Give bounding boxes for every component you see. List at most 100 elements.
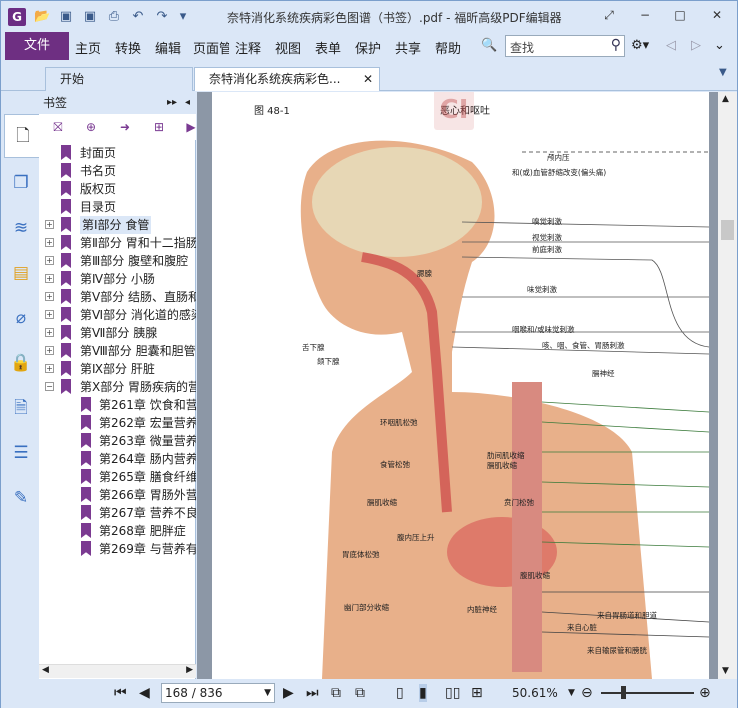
previous-page-icon[interactable]: ◀ bbox=[139, 684, 150, 702]
settings-gear-icon[interactable]: ⚙▾ bbox=[631, 38, 649, 53]
thumbnails-icon[interactable]: ❐ bbox=[10, 172, 32, 194]
layers-icon[interactable]: ≋ bbox=[10, 217, 32, 239]
expand-toggle-icon[interactable]: + bbox=[45, 256, 54, 265]
bookmark-item[interactable]: + 第Ⅴ部分 结肠、直肠和肛门 bbox=[39, 288, 196, 306]
file-menu-button[interactable]: 文件 bbox=[5, 32, 69, 60]
bookmark-item[interactable]: + 第Ⅸ部分 肝脏 bbox=[39, 360, 196, 378]
app-icon[interactable]: G bbox=[8, 8, 26, 26]
bookmark-hscrollbar[interactable]: ◀ ▶ bbox=[39, 664, 196, 678]
expand-toggle-icon[interactable]: + bbox=[45, 364, 54, 373]
expand-toggle-icon[interactable]: + bbox=[45, 346, 54, 355]
close-button[interactable]: ✕ bbox=[706, 5, 728, 25]
menu-page-management[interactable]: 页面管理 bbox=[193, 38, 229, 57]
forward-arrow-icon[interactable]: ▷ bbox=[691, 38, 701, 53]
chapter-bookmark-item[interactable]: 第267章 营养不良 bbox=[39, 504, 196, 522]
bookmark-item[interactable]: 书名页 bbox=[39, 162, 196, 180]
tab-start[interactable]: 开始 bbox=[45, 67, 193, 91]
customize-dropdown-icon[interactable]: ▾ bbox=[175, 9, 191, 25]
search-icon[interactable]: ⚲ bbox=[611, 37, 621, 53]
facing-page-icon[interactable]: ▯▯ bbox=[445, 684, 460, 702]
last-page-icon[interactable]: ⏭ bbox=[306, 684, 319, 702]
chapter-bookmark-item[interactable]: 第265章 膳食纤维 bbox=[39, 468, 196, 486]
comments-icon[interactable]: ▤ bbox=[10, 262, 32, 284]
open-icon[interactable]: 📂 bbox=[34, 9, 50, 25]
bookmark-item[interactable]: 目录页 bbox=[39, 198, 196, 216]
menu-protect[interactable]: 保护 bbox=[355, 38, 381, 57]
bookmark-item[interactable]: + 第Ⅲ部分 腹壁和腹腔 bbox=[39, 252, 196, 270]
tab-close-icon[interactable]: ✕ bbox=[363, 68, 373, 90]
menu-form[interactable]: 表单 bbox=[315, 38, 341, 57]
bookmark-item[interactable]: + 第Ⅰ部分 食管 bbox=[39, 216, 196, 234]
scroll-right-icon[interactable]: ▶ bbox=[186, 665, 193, 675]
first-page-icon[interactable]: ⏮ bbox=[114, 684, 127, 702]
bookmark-item[interactable]: 封面页 bbox=[39, 144, 196, 162]
save-icon[interactable]: ▣ bbox=[58, 9, 74, 25]
chapter-bookmark-item[interactable]: 第268章 肥胖症 bbox=[39, 522, 196, 540]
menu-comment[interactable]: 注释 bbox=[235, 38, 261, 57]
page-dropdown-icon[interactable]: ▼ bbox=[264, 684, 271, 702]
minimize-button[interactable]: − bbox=[634, 5, 656, 25]
menu-home[interactable]: 主页 bbox=[75, 38, 101, 57]
bookmark-item[interactable]: + 第Ⅱ部分 胃和十二指肠 bbox=[39, 234, 196, 252]
menu-edit[interactable]: 编辑 bbox=[155, 38, 181, 57]
expand-toggle-icon[interactable]: + bbox=[45, 310, 54, 319]
bookmark-item[interactable]: 版权页 bbox=[39, 180, 196, 198]
add-bookmark-icon[interactable]: ⊕ bbox=[83, 119, 99, 135]
search-input[interactable]: 查找 ⚲ bbox=[505, 35, 625, 57]
scroll-up-icon[interactable]: ▲ bbox=[722, 94, 729, 104]
chapter-bookmark-item[interactable]: 第263章 微量营养素 bbox=[39, 432, 196, 450]
delete-bookmark-icon[interactable]: ⛝ bbox=[50, 119, 66, 135]
bookmark-item[interactable]: + 第Ⅵ部分 消化道的感染 bbox=[39, 306, 196, 324]
undo-icon[interactable]: ↶ bbox=[130, 9, 146, 25]
maximize-button[interactable]: □ bbox=[669, 5, 691, 25]
bookmark-item[interactable]: + 第Ⅳ部分 小肠 bbox=[39, 270, 196, 288]
panel-collapse-icon[interactable]: ◂ bbox=[185, 92, 190, 114]
expand-toggle-icon[interactable]: + bbox=[45, 274, 54, 283]
menu-convert[interactable]: 转换 bbox=[115, 38, 141, 57]
menu-share[interactable]: 共享 bbox=[395, 38, 421, 57]
bookmark-item[interactable]: + 第Ⅷ部分 胆囊和胆管 bbox=[39, 342, 196, 360]
zoom-in-icon[interactable]: ⊕ bbox=[699, 684, 711, 702]
zoom-out-icon[interactable]: ⊖ bbox=[581, 684, 593, 702]
single-page-icon[interactable]: ▯ bbox=[396, 684, 404, 702]
document-vscrollbar[interactable]: ▲ ▼ bbox=[718, 92, 737, 679]
tab-document[interactable]: 奈特消化系统疾病彩色... ✕ bbox=[194, 67, 380, 91]
continuous-page-icon[interactable]: ▮ bbox=[419, 684, 427, 702]
zoom-dropdown-icon[interactable]: ▼ bbox=[568, 684, 575, 702]
chapter-bookmark-item[interactable]: 第269章 与营养有关 bbox=[39, 540, 196, 558]
previous-view-icon[interactable]: ⧉ bbox=[331, 684, 341, 702]
chapter-bookmark-item[interactable]: 第261章 饮食和营养 bbox=[39, 396, 196, 414]
zoom-slider-thumb[interactable] bbox=[621, 686, 626, 699]
bookmark-item[interactable]: − 第Ⅹ部分 胃肠疾病的营养 bbox=[39, 378, 196, 396]
security-lock-icon[interactable]: 🔒 bbox=[10, 352, 32, 374]
bookmark-item[interactable]: + 第Ⅶ部分 胰腺 bbox=[39, 324, 196, 342]
next-view-icon[interactable]: ⧉ bbox=[355, 684, 365, 702]
back-arrow-icon[interactable]: ◁ bbox=[666, 38, 676, 53]
attachment-icon[interactable]: ⌀ bbox=[10, 307, 32, 329]
expand-toggle-icon[interactable]: + bbox=[45, 238, 54, 247]
restore-layout-icon[interactable]: ⤢ bbox=[598, 5, 620, 25]
scroll-thumb[interactable] bbox=[721, 220, 734, 240]
save-as-icon[interactable]: ▣ bbox=[82, 9, 98, 25]
goto-bookmark-icon[interactable]: ➜ bbox=[117, 119, 133, 135]
expand-toggle-icon[interactable]: − bbox=[45, 382, 54, 391]
signature-icon[interactable]: ✎ bbox=[10, 487, 32, 509]
new-bookmark-icon[interactable]: ⊞ bbox=[151, 119, 167, 135]
find-folder-icon[interactable]: 🔍 bbox=[481, 38, 497, 53]
next-page-icon[interactable]: ▶ bbox=[283, 684, 294, 702]
chapter-bookmark-item[interactable]: 第262章 宏量营养素 bbox=[39, 414, 196, 432]
menu-help[interactable]: 帮助 bbox=[435, 38, 461, 57]
chapter-bookmark-item[interactable]: 第264章 肠内营养 bbox=[39, 450, 196, 468]
panel-expand-icon[interactable]: ▸▸ bbox=[167, 92, 177, 114]
page-properties-icon[interactable]: 🗎 bbox=[10, 397, 32, 419]
bookmark-panel-tab[interactable]: 🗋 bbox=[4, 114, 39, 158]
continuous-facing-icon[interactable]: ⊞ bbox=[471, 684, 483, 702]
scroll-left-icon[interactable]: ◀ bbox=[42, 665, 49, 675]
expand-toggle-icon[interactable]: + bbox=[45, 292, 54, 301]
redo-icon[interactable]: ↷ bbox=[154, 9, 170, 25]
print-icon[interactable]: ⎙ bbox=[106, 9, 122, 25]
zoom-level[interactable]: 50.61% bbox=[512, 684, 558, 702]
page-number-input[interactable]: 168 / 836 ▼ bbox=[161, 683, 275, 703]
chapter-bookmark-item[interactable]: 第266章 胃肠外营养 bbox=[39, 486, 196, 504]
tab-list-dropdown-icon[interactable]: ▼ bbox=[719, 67, 727, 78]
